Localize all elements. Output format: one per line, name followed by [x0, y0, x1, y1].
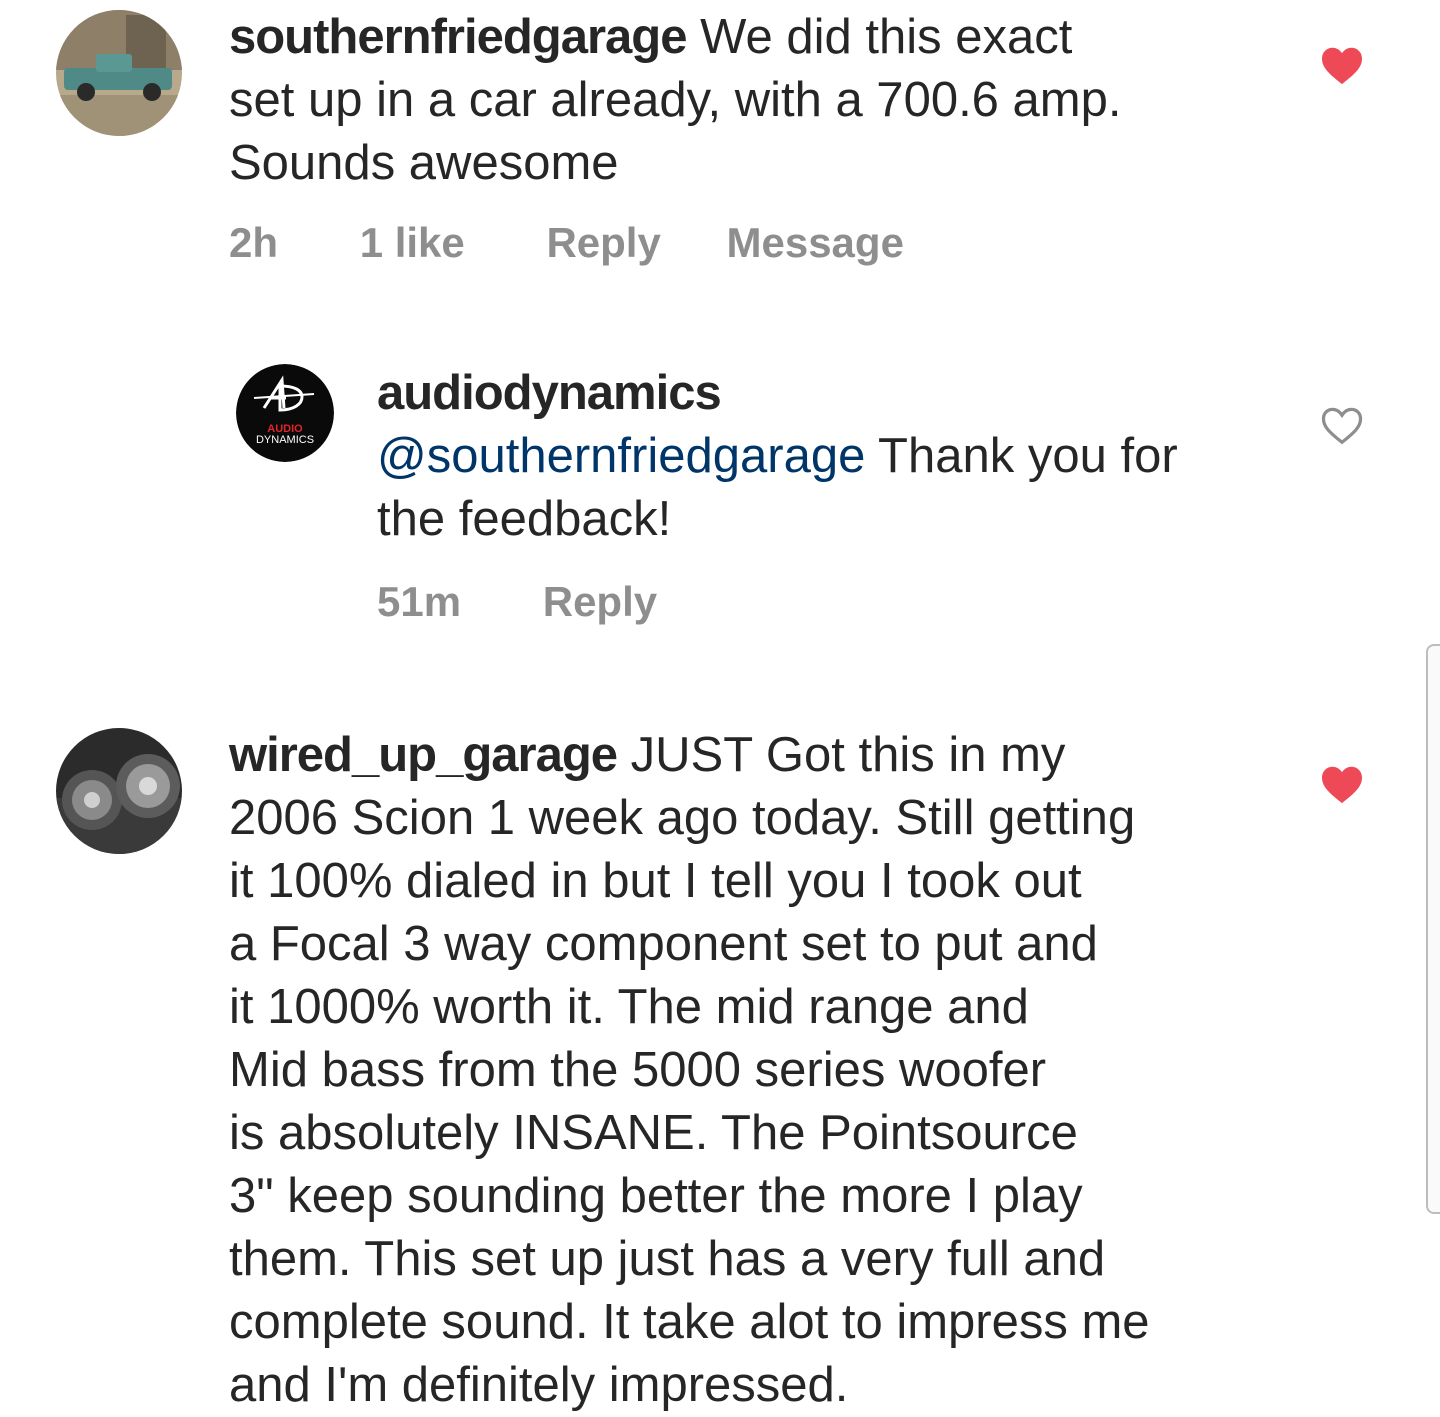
- scrollbar[interactable]: [1426, 644, 1440, 1214]
- comment-username[interactable]: southernfriedgarage: [229, 10, 687, 64]
- message-button[interactable]: Message: [727, 218, 904, 268]
- truck-avatar-image: [56, 10, 182, 136]
- comment-text: wired_up_garage JUST Got this in my 2006…: [229, 728, 1150, 1412]
- comment-username[interactable]: wired_up_garage: [229, 728, 618, 782]
- audiodynamics-logo-avatar: AUDIO DYNAMICS: [236, 364, 334, 462]
- avatar[interactable]: [56, 10, 182, 136]
- logo-dynamics-text: DYNAMICS: [256, 434, 314, 446]
- reply-button[interactable]: Reply: [543, 577, 657, 627]
- comment-text: southernfriedgarage We did this exact se…: [229, 10, 1122, 190]
- mention-link[interactable]: @southernfriedgarage: [377, 429, 865, 483]
- reply-button[interactable]: Reply: [546, 218, 660, 268]
- comment-meta: 51m Reply: [377, 577, 657, 627]
- comment-username[interactable]: audiodynamics: [377, 366, 722, 420]
- comment-time: 51m: [377, 578, 462, 625]
- comment-time: 2h: [229, 219, 279, 266]
- heart-filled-icon[interactable]: [1320, 764, 1364, 804]
- subwoofer-avatar-image: [56, 728, 182, 854]
- comment-text: audiodynamics @southernfriedgarage Thank…: [377, 366, 1178, 546]
- avatar[interactable]: AUDIO DYNAMICS: [236, 364, 334, 462]
- heart-filled-icon[interactable]: [1320, 45, 1364, 85]
- likes-count[interactable]: 1 like: [360, 218, 465, 268]
- avatar[interactable]: [56, 728, 182, 854]
- heart-outline-icon[interactable]: [1320, 405, 1364, 445]
- comment-meta: 2h 1 like Reply Message: [229, 218, 904, 268]
